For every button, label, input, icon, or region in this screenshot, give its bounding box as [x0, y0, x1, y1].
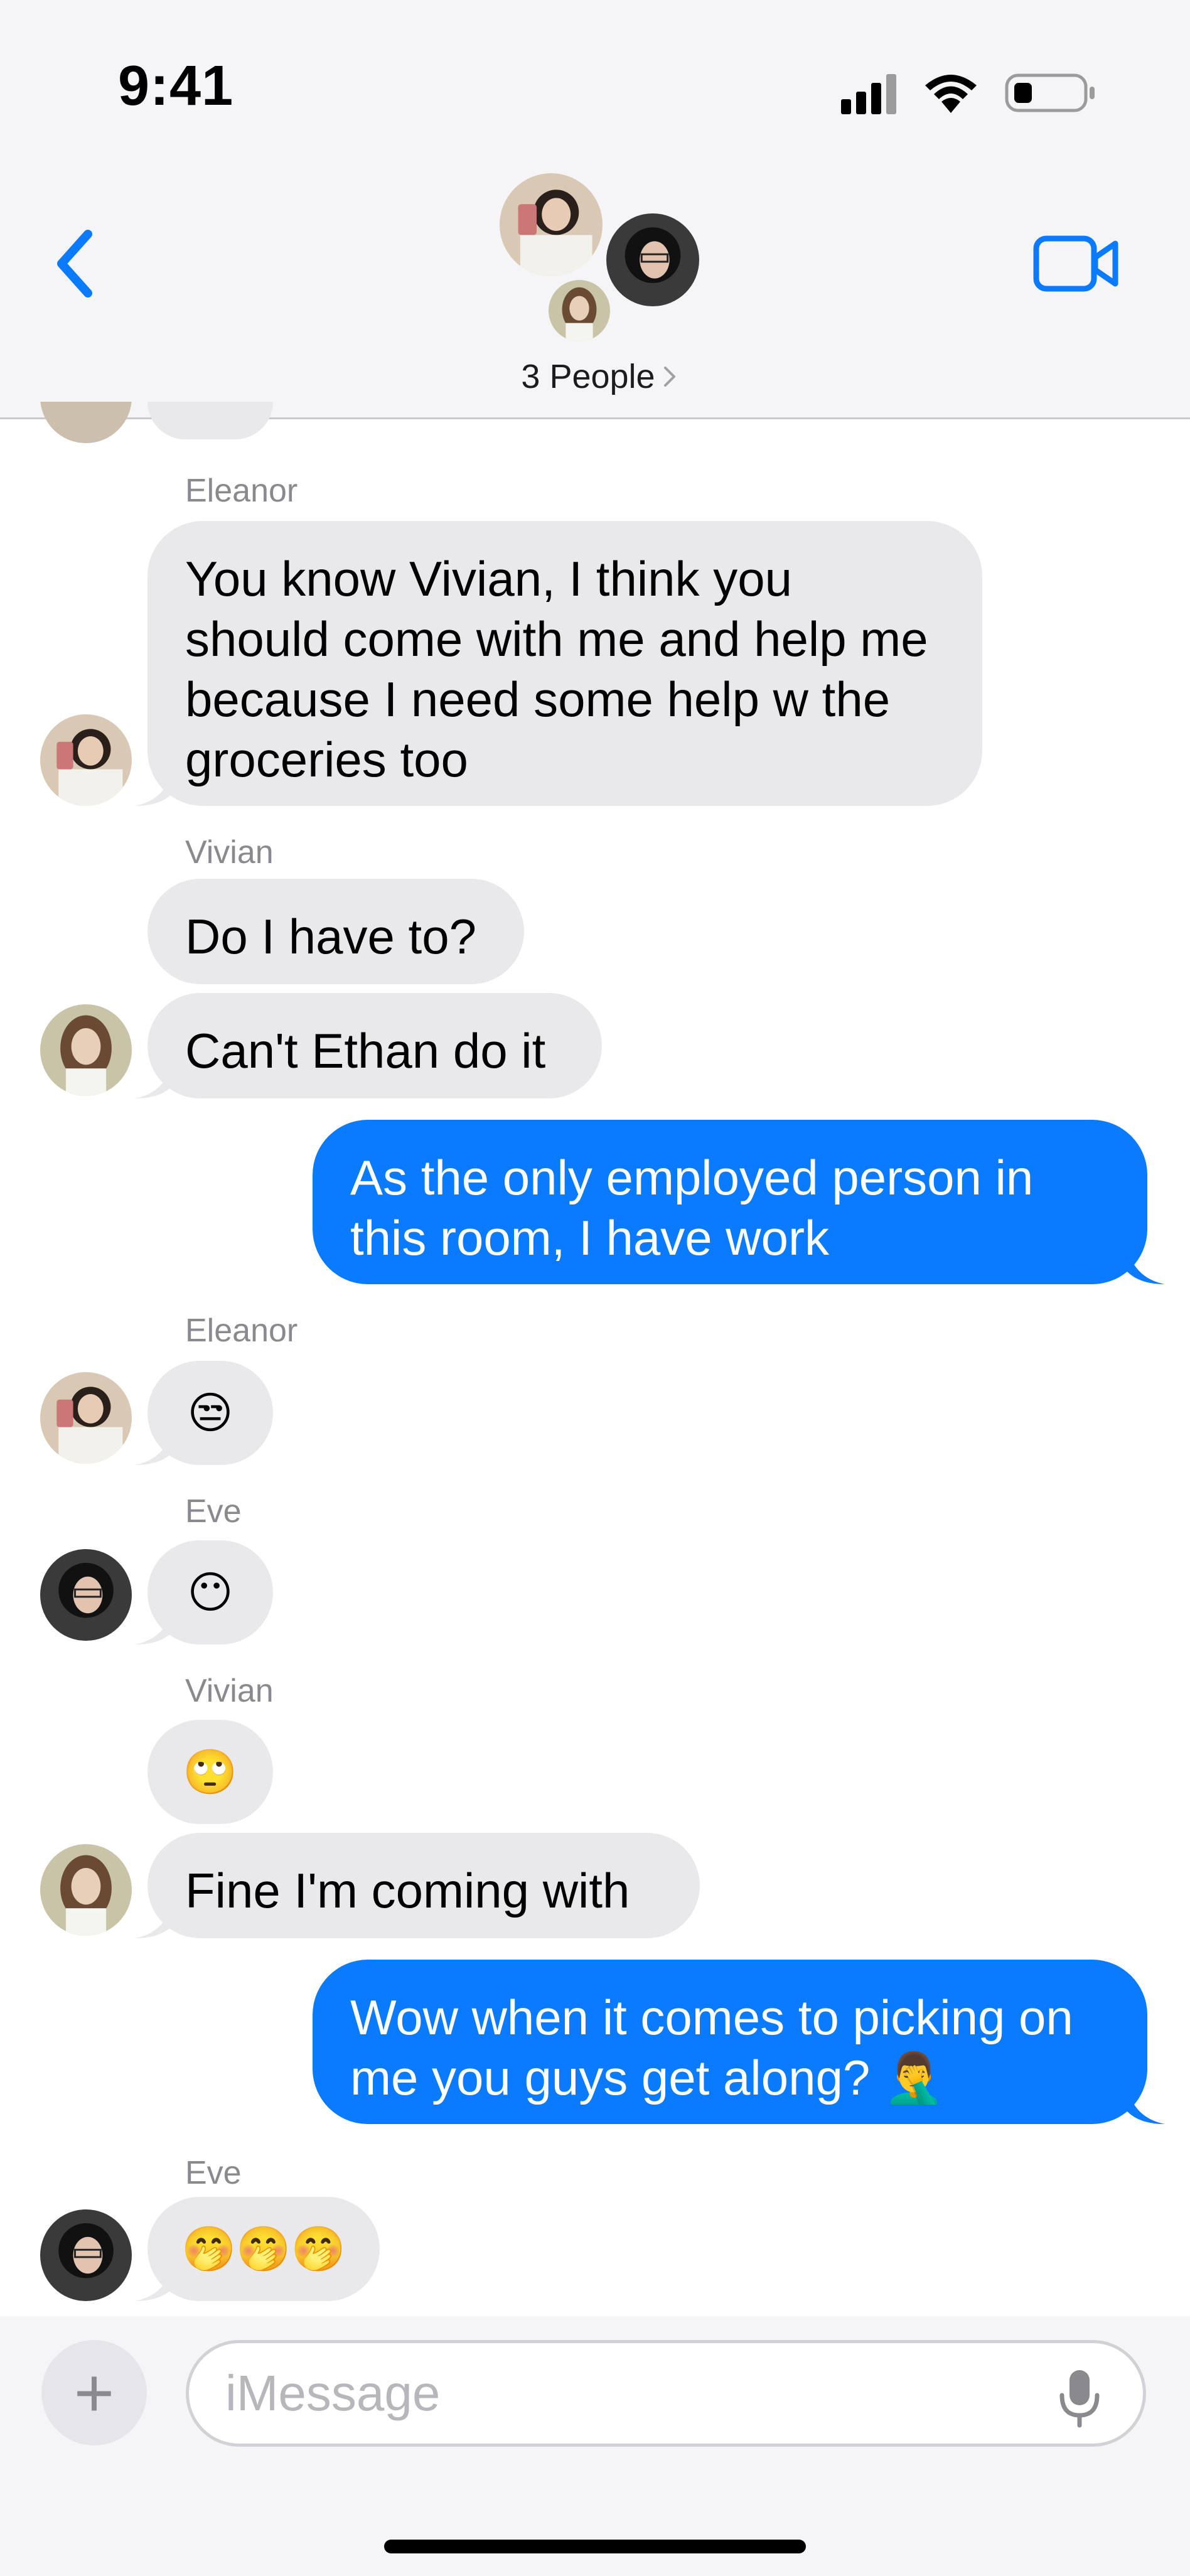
avatar-vivian — [545, 276, 614, 345]
message-text: 😒 — [187, 1388, 233, 1437]
avatar-eleanor[interactable] — [40, 1372, 132, 1464]
bubble-tail — [135, 1901, 173, 1938]
message-text: Do I have to? — [185, 909, 476, 964]
sender-name: Vivian — [185, 834, 274, 871]
message-text: 🙄 — [183, 1747, 238, 1796]
message-text: 🤭🤭🤭 — [181, 2224, 346, 2273]
incoming-message-bubble[interactable]: Fine I'm coming with — [135, 1833, 700, 1938]
sender-name: Eve — [185, 1493, 242, 1530]
sender-name: Vivian — [185, 1673, 274, 1709]
bubble-tail — [135, 2263, 173, 2301]
message-text: You know Vivian, I think you should come… — [185, 551, 928, 787]
avatar-eve[interactable] — [40, 1549, 132, 1641]
cut-off-bubble — [147, 402, 273, 443]
message-input-placeholder: iMessage — [225, 2365, 441, 2421]
avatar-vivian[interactable] — [40, 1004, 132, 1096]
incoming-message-bubble[interactable]: Do I have to? — [147, 879, 524, 984]
conversation-details-link[interactable]: 3 People — [496, 352, 703, 402]
people-count-label: 3 People — [521, 358, 655, 395]
plus-icon[interactable]: + — [41, 2340, 147, 2445]
bubble-tail — [135, 768, 173, 806]
sender-name: Eleanor — [185, 473, 298, 509]
avatar-vivian[interactable] — [40, 1844, 132, 1936]
outgoing-message-bubble[interactable]: Wow when it comes to picking on me you g… — [313, 1960, 1165, 2124]
message-text: Wow when it comes to picking on me you g… — [350, 1990, 1073, 2105]
avatar-eleanor — [496, 169, 606, 280]
chevron-right-icon — [663, 367, 675, 387]
bubble-tail — [135, 1427, 173, 1465]
avatar-eleanor[interactable] — [40, 714, 132, 806]
sender-name: Eve — [185, 2155, 242, 2191]
sender-name: Eleanor — [185, 1312, 298, 1349]
incoming-message-bubble[interactable]: 🙄 — [147, 1720, 273, 1824]
bubble-tail — [1127, 2086, 1165, 2124]
back-chevron-icon[interactable] — [44, 223, 107, 304]
bubble-tail — [1127, 1247, 1165, 1284]
message-text: As the only employed person in this room… — [350, 1150, 1034, 1265]
incoming-message-bubble[interactable]: 🤭🤭🤭 — [135, 2197, 380, 2301]
bubble-tail — [135, 1607, 173, 1645]
status-time: 9:41 — [118, 55, 234, 117]
status-icons — [841, 73, 1095, 114]
cut-off-avatar — [40, 402, 132, 443]
incoming-message-bubble[interactable]: 😶 — [135, 1540, 273, 1645]
wifi-icon — [925, 75, 977, 113]
microphone-icon[interactable] — [1054, 2366, 1105, 2429]
video-camera-icon[interactable] — [1032, 232, 1120, 295]
signal-icon — [841, 74, 896, 114]
incoming-message-bubble[interactable]: 😒 — [135, 1361, 273, 1465]
message-text: Fine I'm coming with — [185, 1863, 630, 1918]
conversation-header: 9:41 3 People — [0, 0, 1190, 419]
message-input[interactable]: iMessage — [186, 2340, 1146, 2447]
incoming-message-bubble[interactable]: You know Vivian, I think you should come… — [135, 521, 982, 806]
group-avatar-cluster[interactable] — [496, 169, 703, 345]
avatar-eve — [603, 210, 703, 310]
incoming-message-bubble[interactable]: Can't Ethan do it — [135, 993, 602, 1098]
battery-icon — [1005, 73, 1095, 112]
home-indicator[interactable] — [384, 2540, 806, 2553]
message-text: Can't Ethan do it — [185, 1023, 546, 1078]
bubble-tail — [135, 1061, 173, 1098]
avatar-eve[interactable] — [40, 2209, 132, 2301]
message-text: 😶 — [187, 1568, 233, 1617]
outgoing-message-bubble[interactable]: As the only employed person in this room… — [313, 1120, 1165, 1284]
